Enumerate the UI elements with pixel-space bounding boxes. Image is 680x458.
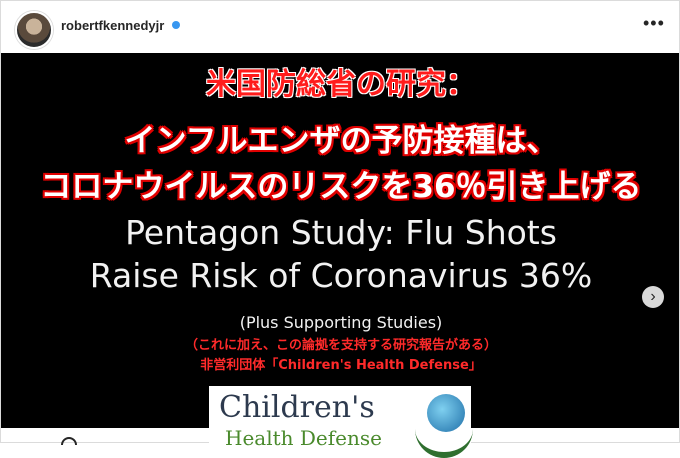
- jp-title-line2: インフルエンザの予防接種は、: [124, 123, 558, 159]
- en-title-line1: Pentagon Study: Flu Shots: [125, 213, 557, 252]
- logo-line2: Health Defense: [225, 426, 382, 450]
- username[interactable]: robertfkennedyjr: [61, 18, 164, 33]
- jp-subtitle-line2: 非営利団体「Children's Health Defense」: [200, 358, 482, 373]
- logo-line1: Children's: [219, 390, 375, 425]
- jp-subtitle-line1: （これに加え、この論拠を支持する研究報告がある）: [184, 338, 497, 353]
- avatar[interactable]: [15, 11, 53, 49]
- heart-icon[interactable]: [61, 437, 77, 445]
- jp-title-line3: コロナウイルスのリスクを36％引き上げる: [40, 169, 642, 205]
- post-frame: robertfkennedyjr ••• 米国防総省の研究： インフルエンザの予…: [0, 0, 680, 458]
- chd-logo: Children's Health Defense: [209, 386, 473, 458]
- en-title-line2: Raise Risk of Coronavirus 36%: [89, 256, 593, 295]
- jp-title-line1: 米国防総省の研究：: [206, 67, 476, 102]
- post-image: 米国防総省の研究： インフルエンザの予防接種は、 コロナウイルスのリスクを36％…: [1, 53, 679, 458]
- post-header: robertfkennedyjr •••: [1, 1, 679, 53]
- next-slide-button[interactable]: ›: [642, 286, 664, 308]
- en-subtitle: (Plus Supporting Studies): [239, 313, 443, 332]
- verified-badge-icon: [172, 21, 180, 29]
- hands-icon: [415, 422, 473, 458]
- more-options-icon[interactable]: •••: [643, 13, 665, 34]
